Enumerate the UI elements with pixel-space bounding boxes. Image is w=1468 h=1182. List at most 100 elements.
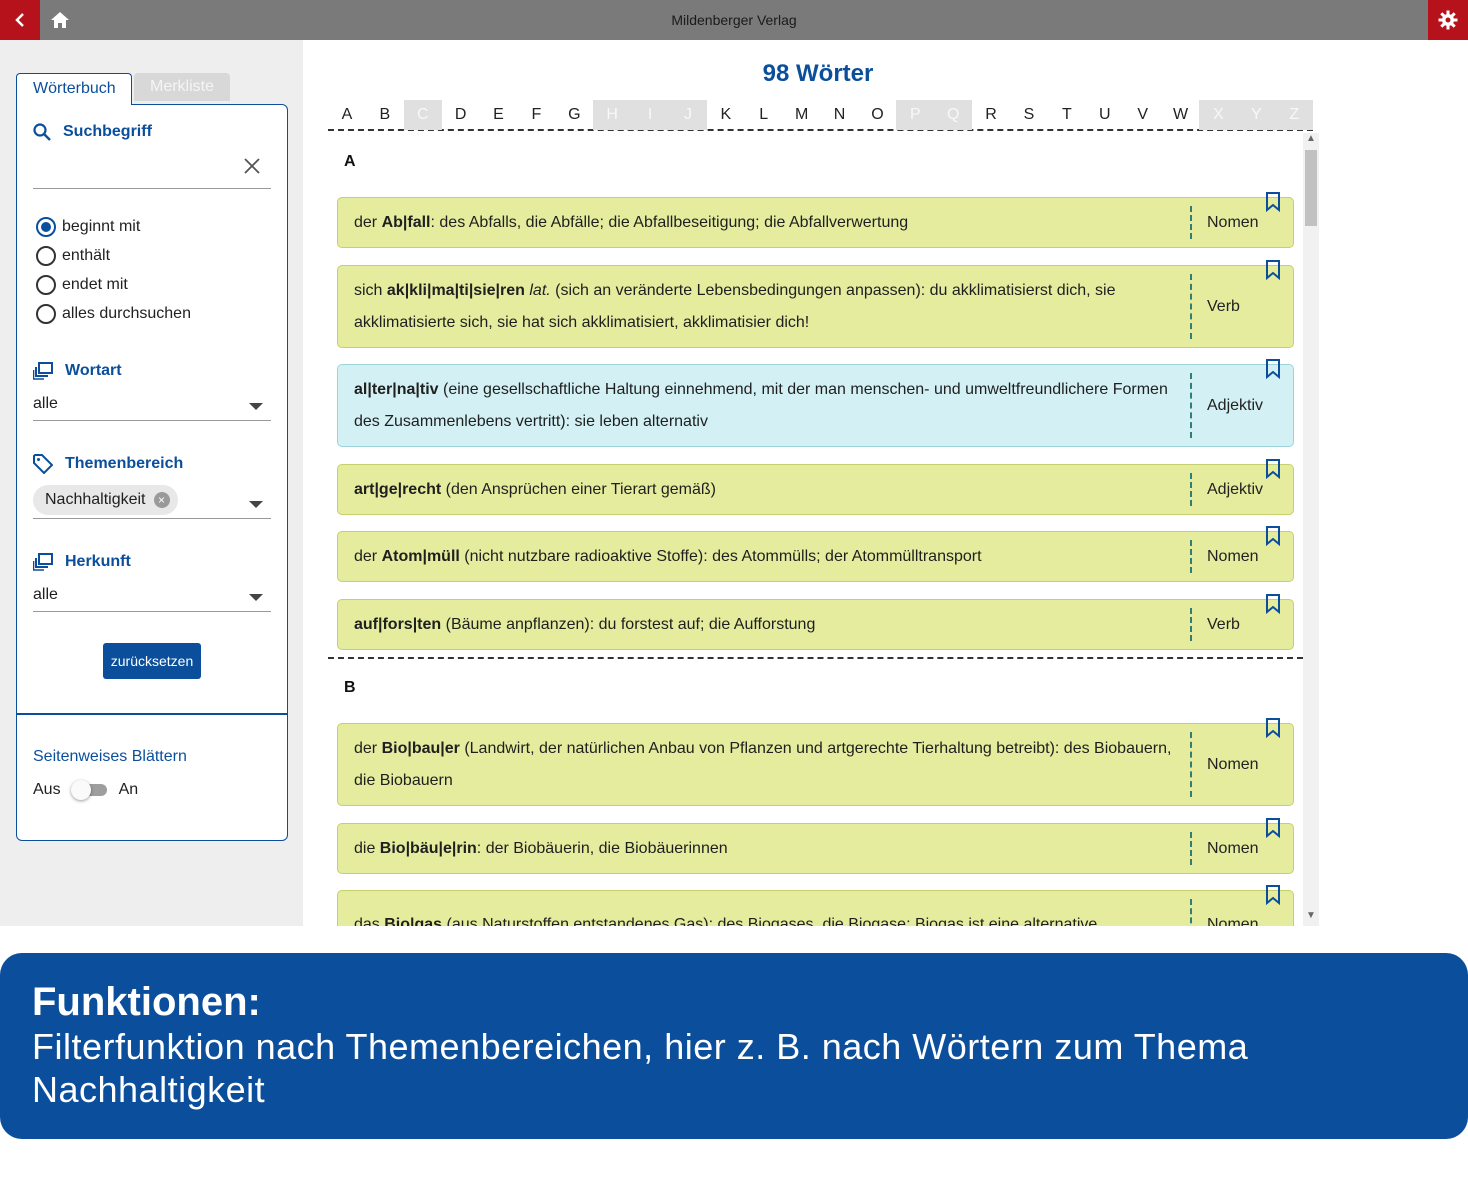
themenbereich-select[interactable]: Nachhaltigkeit × xyxy=(33,483,271,519)
alphabet-letter-m[interactable]: M xyxy=(783,100,821,130)
radio-button-selected[interactable] xyxy=(36,217,56,237)
app-title: Mildenberger Verlag xyxy=(671,12,797,28)
herkunft-section-title: Herkunft xyxy=(33,553,131,571)
chip-remove-icon[interactable]: × xyxy=(153,492,170,508)
alphabet-letter-e[interactable]: E xyxy=(480,100,518,130)
alphabet-letter-l[interactable]: L xyxy=(745,100,783,130)
tab-merkliste[interactable]: Merkliste xyxy=(134,73,230,101)
paging-toggle[interactable] xyxy=(70,779,109,801)
entry-headword: Bio|bäu|e|rin xyxy=(379,839,477,857)
radio-alles-durchsuchen[interactable]: alles durchsuchen xyxy=(36,304,191,324)
bookmark-icon[interactable] xyxy=(1265,594,1281,614)
entry-text: sich ak|kli|ma|ti|sie|ren lat. (sich an … xyxy=(354,275,1178,339)
entry-word-class: Verb xyxy=(1207,615,1240,633)
alphabet-nav: ABCDEFGHIJKLMNOPQRSTUVWXYZ xyxy=(328,100,1314,131)
bookmark-icon[interactable] xyxy=(1265,718,1281,738)
group-letter: A xyxy=(344,153,356,170)
alphabet-letter-o[interactable]: O xyxy=(858,100,896,130)
reset-button[interactable]: zurücksetzen xyxy=(103,643,201,679)
scroll-up-icon[interactable]: ▲ xyxy=(1303,133,1319,149)
bookmark-icon[interactable] xyxy=(1265,260,1281,280)
dictionary-entry[interactable]: das Bio|gas (aus Naturstoffen entstanden… xyxy=(337,885,1294,926)
entry-text: al|ter|na|tiv (eine gesellschaftliche Ha… xyxy=(354,374,1178,438)
dictionary-entry[interactable]: art|ge|recht (den Ansprüchen einer Tiera… xyxy=(337,459,1294,515)
sidebar: Wörterbuch Merkliste Suchbegriff beginnt… xyxy=(0,40,303,926)
alphabet-letter-s[interactable]: S xyxy=(1010,100,1048,130)
dictionary-entry[interactable]: der Atom|müll (nicht nutzbare radioaktiv… xyxy=(337,526,1294,582)
radio-button[interactable] xyxy=(36,275,56,295)
entry-word-class: Nomen xyxy=(1207,839,1259,857)
main-content: 98 Wörter ABCDEFGHIJKLMNOPQRSTUVWXYZ Ade… xyxy=(303,40,1468,926)
entry-word-class: Nomen xyxy=(1207,916,1259,926)
close-icon[interactable] xyxy=(243,157,261,175)
themenbereich-title: Themenbereich xyxy=(65,455,184,472)
entry-separator xyxy=(1190,608,1192,641)
dictionary-entry[interactable]: sich ak|kli|ma|ti|sie|ren lat. (sich an … xyxy=(337,260,1294,348)
banner-text: Filterfunktion nach Themenbereichen, hie… xyxy=(32,1026,1249,1110)
bookmark-icon[interactable] xyxy=(1265,459,1281,479)
entry-headword: Atom|müll xyxy=(381,547,460,565)
alphabet-letter-w[interactable]: W xyxy=(1162,100,1200,130)
tab-woerterbuch[interactable]: Wörterbuch xyxy=(16,73,132,105)
alphabet-letter-x: X xyxy=(1199,100,1238,130)
entry-article: der xyxy=(354,213,382,231)
alphabet-letter-v[interactable]: V xyxy=(1124,100,1162,130)
alphabet-letter-b[interactable]: B xyxy=(366,100,404,130)
bookmark-icon[interactable] xyxy=(1265,526,1281,546)
alphabet-letter-n[interactable]: N xyxy=(821,100,859,130)
entry-text: auf|fors|ten (Bäume anpflanzen): du fors… xyxy=(354,609,1178,641)
entry-definition: (den Ansprüchen einer Tierart gemäß) xyxy=(441,480,717,498)
entry-definition: (Landwirt, der natürlichen Anbau von Pfl… xyxy=(354,739,1172,789)
alphabet-letter-g[interactable]: G xyxy=(555,100,593,130)
entry-separator xyxy=(1190,206,1192,239)
entry-article: das xyxy=(354,916,385,926)
entry-word-class: Adjektiv xyxy=(1207,480,1264,498)
entry-text: art|ge|recht (den Ansprüchen einer Tiera… xyxy=(354,474,1178,506)
alphabet-letter-u[interactable]: U xyxy=(1086,100,1124,130)
radio-endet-mit[interactable]: endet mit xyxy=(36,275,128,295)
radio-button[interactable] xyxy=(36,304,56,324)
themenbereich-chip[interactable]: Nachhaltigkeit × xyxy=(33,485,178,515)
entry-separator xyxy=(1190,732,1192,797)
wortart-title: Wortart xyxy=(65,362,122,379)
dictionary-entry[interactable]: al|ter|na|tiv (eine gesellschaftliche Ha… xyxy=(337,359,1294,447)
alphabet-letter-a[interactable]: A xyxy=(328,100,366,130)
entry-headword: auf|fors|ten xyxy=(354,615,442,633)
entry-text: der Ab|fall: des Abfalls, die Abfälle; d… xyxy=(354,207,1178,239)
scrollbar[interactable]: ▲ ▼ xyxy=(1303,133,1319,926)
search-title: Suchbegriff xyxy=(63,123,152,140)
herkunft-select[interactable]: alle xyxy=(33,582,271,612)
alphabet-letter-d[interactable]: D xyxy=(442,100,480,130)
entry-definition: : des Abfalls, die Abfälle; die Abfallbe… xyxy=(430,213,909,231)
search-input[interactable] xyxy=(33,153,271,189)
alphabet-letter-k[interactable]: K xyxy=(707,100,745,130)
wortart-select[interactable]: alle xyxy=(33,391,271,421)
dictionary-entry[interactable]: der Ab|fall: des Abfalls, die Abfälle; d… xyxy=(337,192,1294,248)
settings-button[interactable] xyxy=(1428,0,1468,40)
toggle-off-label: Aus xyxy=(33,781,61,798)
entry-definition: (nicht nutzbare radioaktive Stoffe): des… xyxy=(459,547,982,565)
chevron-down-icon xyxy=(249,501,263,508)
bookmark-icon[interactable] xyxy=(1265,359,1281,379)
radio-beginnt-mit[interactable]: beginnt mit xyxy=(36,217,140,237)
bookmark-icon[interactable] xyxy=(1265,885,1281,905)
dictionary-entry[interactable]: auf|fors|ten (Bäume anpflanzen): du fors… xyxy=(337,594,1294,650)
top-bar: Mildenberger Verlag xyxy=(0,0,1468,40)
alphabet-letter-t[interactable]: T xyxy=(1048,100,1086,130)
entry-separator xyxy=(1190,540,1192,573)
toggle-knob[interactable] xyxy=(70,780,91,800)
bookmark-icon[interactable] xyxy=(1265,818,1281,838)
bookmark-icon[interactable] xyxy=(1265,192,1281,212)
entry-word-class: Adjektiv xyxy=(1207,396,1264,414)
alphabet-letter-f[interactable]: F xyxy=(517,100,555,130)
alphabet-letter-r[interactable]: R xyxy=(972,100,1010,130)
word-count: 98 Wörter xyxy=(762,60,874,87)
dictionary-entry[interactable]: die Bio|bäu|e|rin: der Biobäuerin, die B… xyxy=(337,818,1294,874)
scrollbar-thumb[interactable] xyxy=(1305,150,1317,226)
dictionary-entry[interactable]: der Bio|bau|er (Landwirt, der natürliche… xyxy=(337,718,1294,806)
radio-button[interactable] xyxy=(36,246,56,266)
banner-heading: Funktionen: xyxy=(32,980,261,1024)
scroll-down-icon[interactable]: ▼ xyxy=(1303,910,1319,926)
radio-enthaelt[interactable]: enthält xyxy=(36,246,110,266)
entry-separator xyxy=(1190,899,1192,926)
